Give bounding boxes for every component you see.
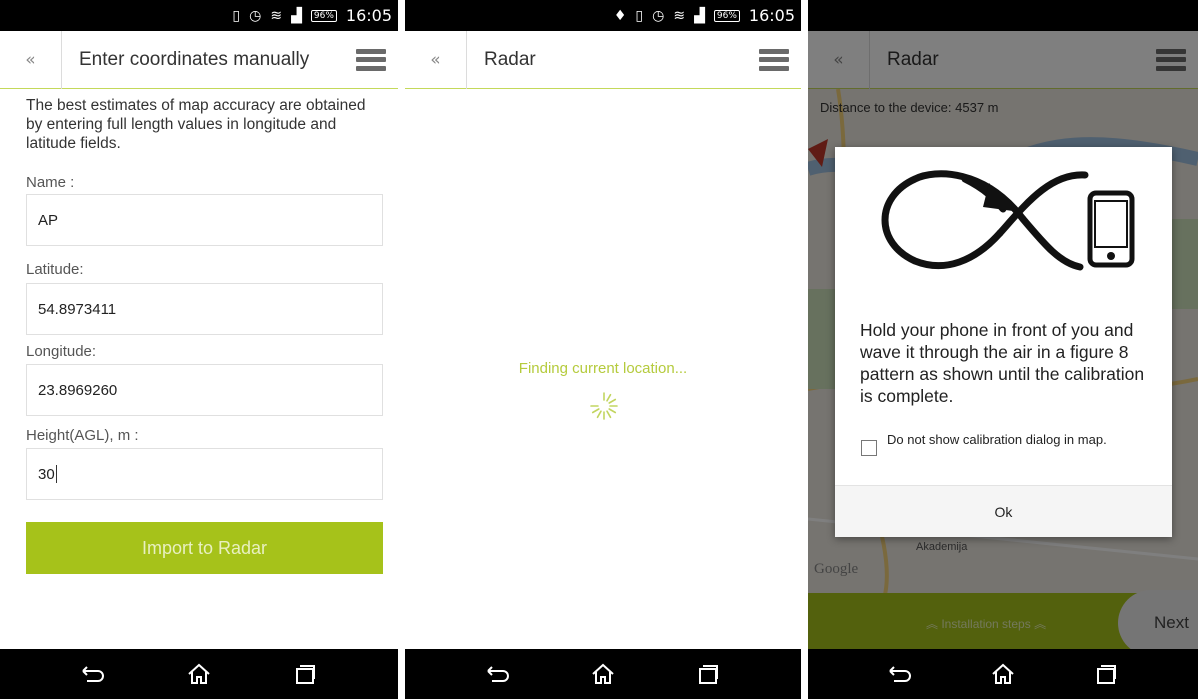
- height-value: 30: [38, 465, 55, 483]
- longitude-label: Longitude:: [26, 343, 97, 360]
- nav-bar: [0, 649, 398, 699]
- nav-recents-icon[interactable]: [285, 659, 325, 689]
- alarm-icon: ◷: [652, 7, 665, 24]
- height-field[interactable]: 30: [26, 448, 383, 500]
- back-chevrons-icon[interactable]: «: [405, 30, 467, 89]
- back-chevrons-icon[interactable]: «: [0, 30, 62, 89]
- longitude-value: 23.8969260: [38, 381, 118, 399]
- app-bar: « Radar: [405, 30, 801, 89]
- longitude-field[interactable]: 23.8969260: [26, 364, 383, 416]
- screen-radar-loading: ♦ ▯ ◷ ≋ ▟ 96% 16:05 « Radar Finding curr…: [405, 0, 801, 699]
- nav-home-icon[interactable]: [583, 659, 623, 689]
- nav-home-icon[interactable]: [179, 659, 219, 689]
- signal-icon: ▟: [291, 7, 302, 24]
- nav-home-icon[interactable]: [983, 659, 1023, 689]
- name-value: AP: [38, 211, 59, 229]
- nav-back-icon[interactable]: [880, 659, 920, 689]
- ok-button[interactable]: Ok: [835, 485, 1172, 537]
- loading-text: Finding current location...: [518, 360, 688, 377]
- screen-radar-calibration: « Radar Akademija Google Distance to the…: [808, 0, 1198, 699]
- menu-icon[interactable]: [759, 48, 789, 71]
- vibrate-icon: ▯: [635, 7, 644, 24]
- wifi-icon: ≋: [270, 7, 283, 24]
- spinner-icon: [590, 392, 618, 420]
- nav-back-icon[interactable]: [478, 659, 518, 689]
- text-cursor: [55, 465, 57, 483]
- page-title: Enter coordinates manually: [79, 48, 310, 70]
- dont-show-label[interactable]: Do not show calibration dialog in map.: [887, 432, 1137, 448]
- nav-bar: [405, 649, 801, 699]
- wifi-icon: ≋: [673, 7, 686, 24]
- nav-back-icon[interactable]: [73, 659, 113, 689]
- location-pin-icon: ♦: [613, 7, 627, 24]
- dont-show-checkbox[interactable]: [861, 440, 877, 456]
- height-label: Height(AGL), m :: [26, 427, 139, 444]
- status-time: 16:05: [345, 6, 392, 25]
- status-bar: [808, 0, 1198, 31]
- import-to-radar-button[interactable]: Import to Radar: [26, 522, 383, 574]
- nav-recents-icon[interactable]: [1086, 659, 1126, 689]
- status-time: 16:05: [748, 6, 795, 25]
- battery-indicator: 96%: [310, 9, 337, 22]
- page-title: Radar: [484, 48, 536, 70]
- nav-recents-icon[interactable]: [688, 659, 728, 689]
- calibration-message: Hold your phone in front of you and wave…: [860, 320, 1145, 406]
- nav-bar: [808, 649, 1198, 699]
- calibration-dialog: Hold your phone in front of you and wave…: [835, 147, 1172, 537]
- name-label: Name :: [26, 174, 75, 191]
- vibrate-icon: ▯: [232, 7, 241, 24]
- app-bar: « Enter coordinates manually: [0, 30, 398, 89]
- latitude-value: 54.8973411: [38, 300, 117, 318]
- name-field[interactable]: AP: [26, 194, 383, 246]
- menu-icon[interactable]: [356, 48, 386, 71]
- latitude-field[interactable]: 54.8973411: [26, 283, 383, 335]
- battery-indicator: 96%: [713, 9, 740, 22]
- signal-icon: ▟: [694, 7, 705, 24]
- latitude-label: Latitude:: [26, 261, 84, 278]
- status-bar: ♦ ▯ ◷ ≋ ▟ 96% 16:05: [405, 0, 801, 31]
- status-bar: ▯ ◷ ≋ ▟ 96% 16:05: [0, 0, 398, 31]
- screen-enter-coordinates: ▯ ◷ ≋ ▟ 96% 16:05 « Enter coordinates ma…: [0, 0, 398, 699]
- intro-text: The best estimates of map accuracy are o…: [26, 97, 366, 152]
- alarm-icon: ◷: [249, 7, 262, 24]
- figure-eight-phone-icon: [881, 170, 1135, 271]
